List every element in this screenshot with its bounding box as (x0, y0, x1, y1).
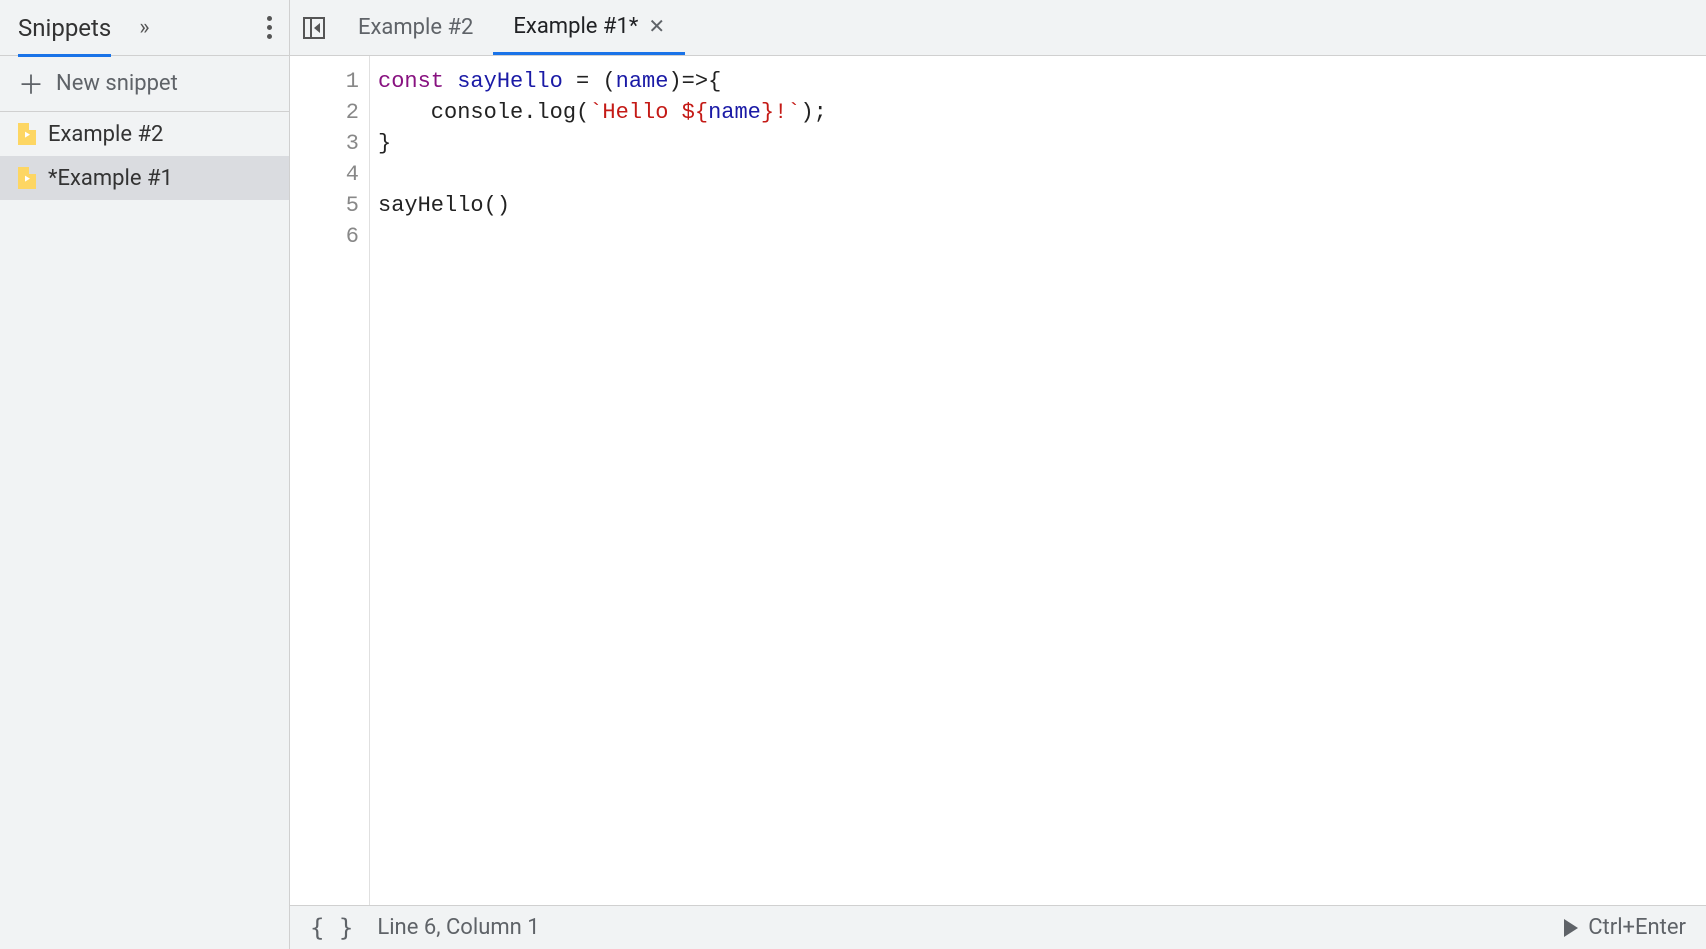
snippet-item-label: Example #2 (48, 122, 163, 147)
sidebar-header: Snippets » (0, 0, 289, 56)
close-tab-icon[interactable]: ✕ (648, 14, 665, 38)
line-number: 4 (290, 159, 359, 190)
snippet-item-label: *Example #1 (48, 166, 173, 191)
new-snippet-label: New snippet (56, 71, 178, 96)
tab-bar: Example #2 Example #1* ✕ (290, 0, 1706, 56)
run-hint-label: Ctrl+Enter (1588, 915, 1686, 940)
editor-tab-label: Example #1* (513, 14, 638, 39)
kebab-menu-icon[interactable] (257, 16, 281, 39)
snippet-file-icon (18, 167, 36, 189)
code-line (378, 221, 1698, 252)
line-gutter: 123456 (290, 56, 370, 905)
cursor-position: Line 6, Column 1 (377, 915, 539, 940)
collapse-panel-icon (303, 17, 325, 39)
code-editor[interactable]: 123456 const sayHello = (name)=>{ consol… (290, 56, 1706, 905)
snippet-item[interactable]: Example #2 (0, 112, 289, 156)
snippet-item[interactable]: *Example #1 (0, 156, 289, 200)
line-number: 6 (290, 221, 359, 252)
play-icon (1564, 919, 1578, 937)
code-line (378, 159, 1698, 190)
code-line: console.log(`Hello ${name}!`); (378, 97, 1698, 128)
more-tabs-icon[interactable]: » (139, 15, 149, 40)
new-snippet-button[interactable]: ＋ New snippet (0, 56, 289, 112)
code-line: const sayHello = (name)=>{ (378, 66, 1698, 97)
line-number: 1 (290, 66, 359, 97)
main-panel: Example #2 Example #1* ✕ 123456 const sa… (290, 0, 1706, 949)
snippet-file-icon (18, 123, 36, 145)
toggle-navigator-button[interactable] (290, 0, 338, 55)
line-number: 3 (290, 128, 359, 159)
line-number: 5 (290, 190, 359, 221)
sidebar-tab-snippets[interactable]: Snippets (18, 14, 111, 57)
editor-tab[interactable]: Example #1* ✕ (493, 0, 685, 55)
run-snippet-button[interactable]: Ctrl+Enter (1564, 915, 1686, 940)
pretty-print-icon[interactable]: { } (310, 914, 353, 942)
plus-icon: ＋ (18, 65, 44, 102)
status-bar: { } Line 6, Column 1 Ctrl+Enter (290, 905, 1706, 949)
sidebar: Snippets » ＋ New snippet Example #2 *Exa… (0, 0, 290, 949)
code-line: sayHello() (378, 190, 1698, 221)
line-number: 2 (290, 97, 359, 128)
app-root: Snippets » ＋ New snippet Example #2 *Exa… (0, 0, 1706, 949)
code-line: } (378, 128, 1698, 159)
editor-tab-label: Example #2 (358, 15, 473, 40)
code-content[interactable]: const sayHello = (name)=>{ console.log(`… (370, 56, 1706, 905)
editor-tab[interactable]: Example #2 (338, 0, 493, 55)
snippet-list: Example #2 *Example #1 (0, 112, 289, 200)
